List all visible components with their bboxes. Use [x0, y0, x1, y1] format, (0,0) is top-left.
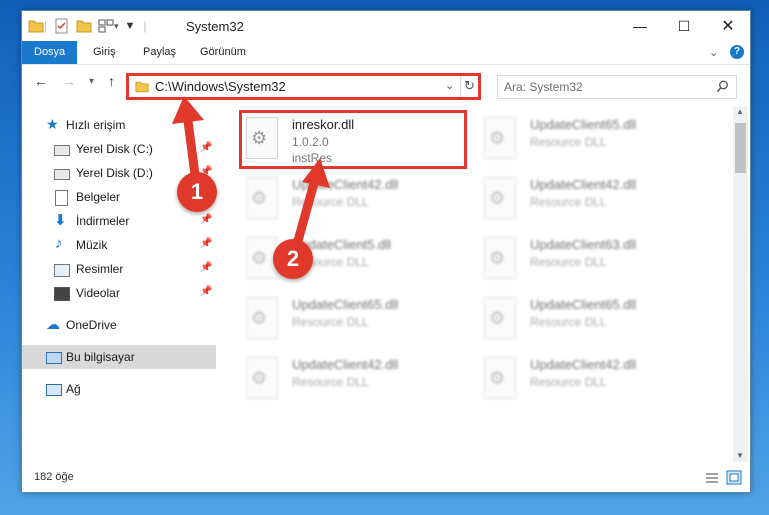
arrow-1-head [172, 96, 204, 124]
step-callout-2: 2 [273, 239, 313, 279]
step-callout-1: 1 [177, 172, 217, 212]
arrow-2-head [302, 158, 330, 188]
arrow-2-shaft [291, 171, 321, 253]
annotation-arrows [172, 96, 330, 253]
